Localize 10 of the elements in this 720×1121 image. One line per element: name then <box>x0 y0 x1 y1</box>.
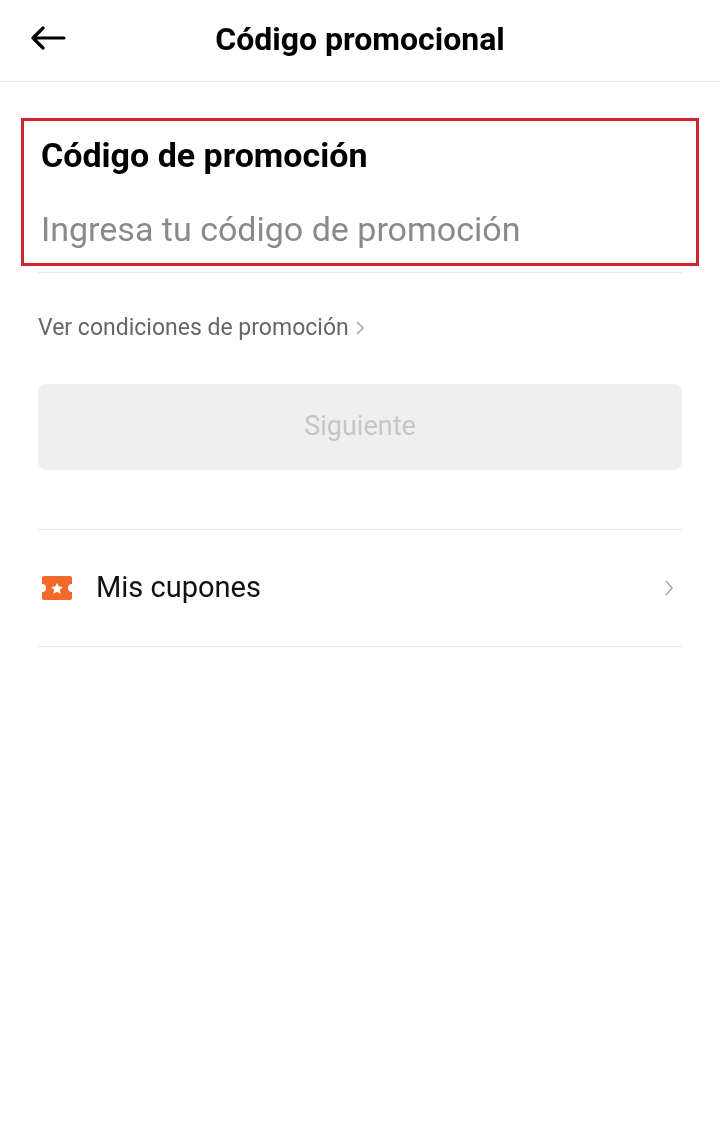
chevron-right-icon <box>354 320 365 337</box>
conditions-link[interactable]: Ver condiciones de promoción <box>38 311 365 346</box>
field-label: Código de promoción <box>41 135 369 175</box>
menu-item-label: Mis cupones <box>96 568 261 606</box>
page-title: Código promocional <box>215 18 505 60</box>
ticket-icon <box>41 573 73 602</box>
menu-row[interactable]: Mis cupones <box>38 529 682 646</box>
back-arrow-icon <box>30 26 66 50</box>
chevron-right-icon <box>664 578 674 597</box>
promo-code-field[interactable]: Ingresa tu código de promoción <box>41 207 679 251</box>
